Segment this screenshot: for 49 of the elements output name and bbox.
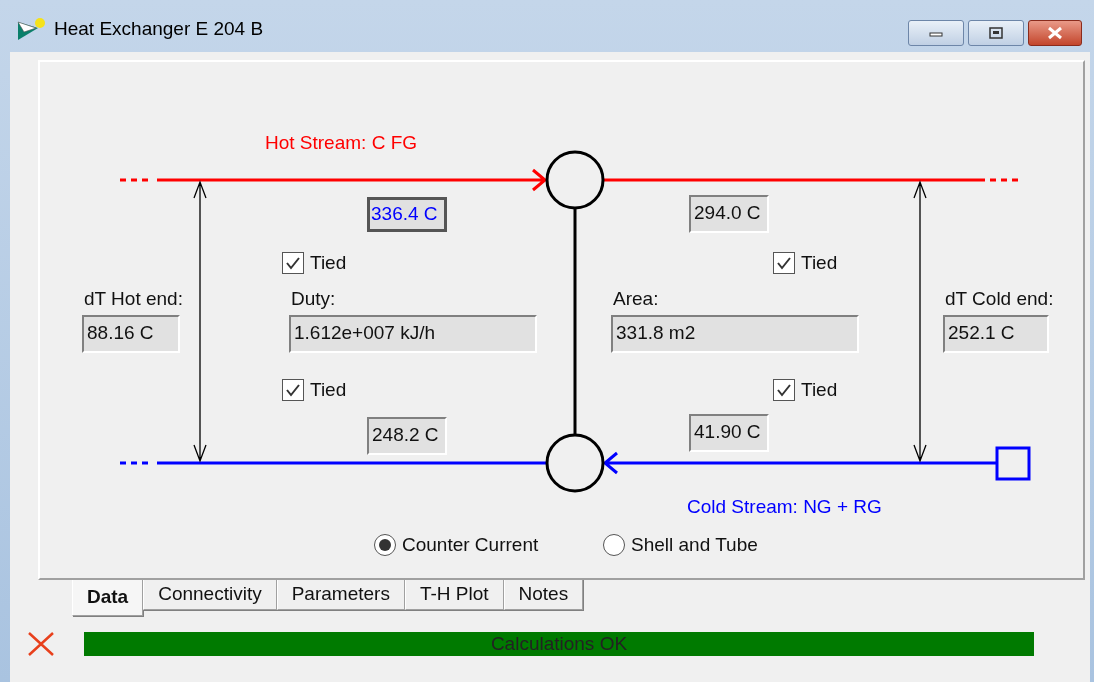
checkbox[interactable] xyxy=(773,252,795,274)
radio-button[interactable] xyxy=(603,534,625,556)
temperature-field[interactable]: 41.90 C xyxy=(689,414,769,452)
flow-option-radio[interactable]: Counter Current xyxy=(374,534,539,556)
cold-stream-source-node xyxy=(995,446,1031,481)
radio-label: Shell and Tube xyxy=(631,534,758,556)
radio-button[interactable] xyxy=(374,534,396,556)
result-label: Area: xyxy=(613,288,659,310)
checkbox-label: Tied xyxy=(801,252,838,274)
tied-checkbox[interactable]: Tied xyxy=(773,252,838,274)
hot-stream-label: Hot Stream: C FG xyxy=(265,132,418,154)
result-label: dT Cold end: xyxy=(945,288,1054,310)
maximize-button[interactable] xyxy=(968,20,1024,46)
radio-label: Counter Current xyxy=(402,534,539,556)
flow-option-radio[interactable]: Shell and Tube xyxy=(603,534,758,556)
result-label: Duty: xyxy=(291,288,336,310)
close-button[interactable] xyxy=(1028,20,1082,46)
cold-stream-label: Cold Stream: NG + RG xyxy=(687,496,882,518)
temperature-field[interactable]: 248.2 C xyxy=(367,417,447,455)
maximize-icon xyxy=(988,26,1004,40)
checkbox-label: Tied xyxy=(310,379,347,401)
tied-checkbox[interactable]: Tied xyxy=(282,379,347,401)
result-label: dT Hot end: xyxy=(84,288,183,310)
temperature-field[interactable]: 336.4 C xyxy=(367,197,447,232)
result-field[interactable]: 331.8 m2 xyxy=(611,315,859,353)
result-field[interactable]: 252.1 C xyxy=(943,315,1049,353)
error-x-icon xyxy=(26,630,56,658)
tab[interactable]: Notes xyxy=(503,578,584,610)
tied-checkbox[interactable]: Tied xyxy=(282,252,347,274)
status-bar: Calculations OK xyxy=(84,632,1034,656)
result-field[interactable]: 1.612e+007 kJ/h xyxy=(289,315,537,353)
close-icon xyxy=(1046,26,1064,40)
minimize-button[interactable] xyxy=(908,20,964,46)
tab[interactable]: Connectivity xyxy=(143,578,277,610)
tied-checkbox[interactable]: Tied xyxy=(773,379,838,401)
tab[interactable]: Parameters xyxy=(276,578,405,610)
checkbox[interactable] xyxy=(282,252,304,274)
temperature-field[interactable]: 294.0 C xyxy=(689,195,769,233)
window-title: Heat Exchanger E 204 B xyxy=(54,18,264,40)
app-icon xyxy=(16,16,46,42)
tab[interactable]: T-H Plot xyxy=(404,578,504,610)
checkbox[interactable] xyxy=(282,379,304,401)
checkbox-label: Tied xyxy=(310,252,347,274)
tab[interactable]: Data xyxy=(72,578,144,616)
cold-side-node xyxy=(545,433,605,493)
hot-side-node xyxy=(545,150,605,210)
checkbox-label: Tied xyxy=(801,379,838,401)
result-field[interactable]: 88.16 C xyxy=(82,315,180,353)
checkbox[interactable] xyxy=(773,379,795,401)
